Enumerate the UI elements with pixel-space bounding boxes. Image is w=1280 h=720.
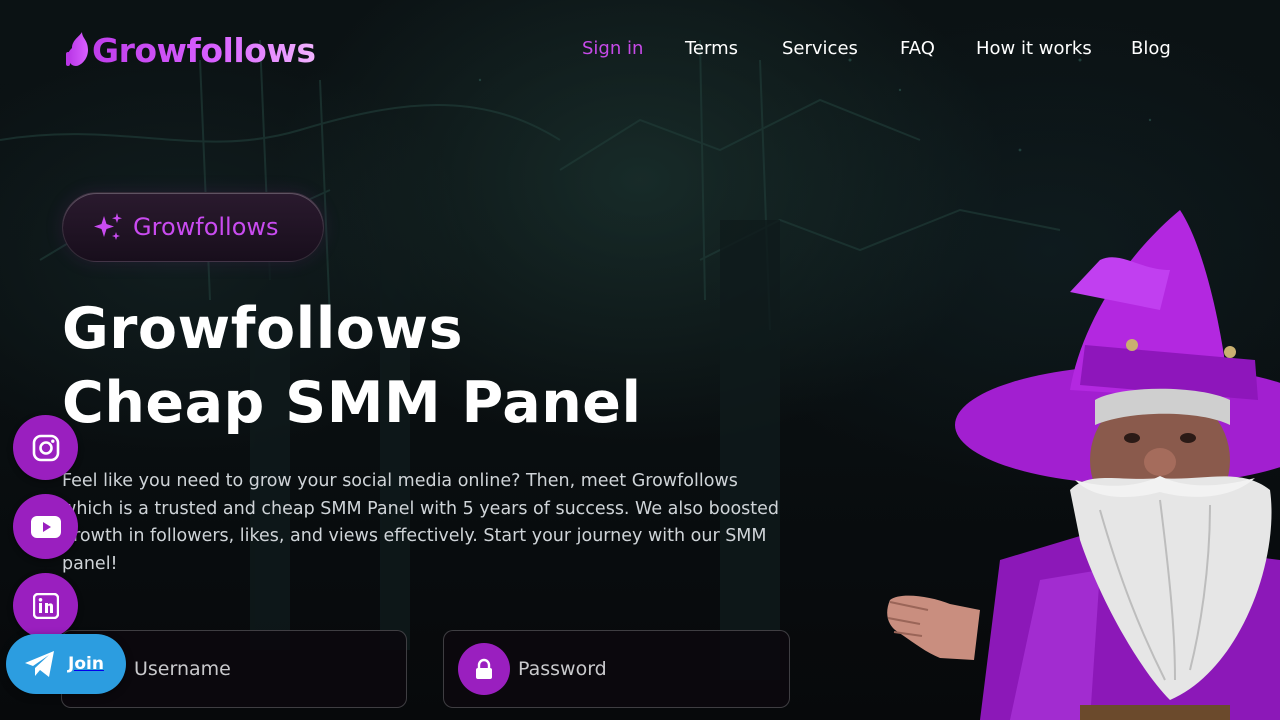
main-nav: Sign in Terms Services FAQ How it works … [560,38,1190,66]
nav-terms[interactable]: Terms [685,38,738,59]
sparkles-icon [94,213,122,240]
growfollows-logo-icon [66,32,88,66]
hero-badge: Growfollows [62,192,324,262]
instagram-icon [32,434,59,461]
brand-logo[interactable]: Growfollows [66,22,315,78]
hero-title-line-1: Growfollows [62,296,463,362]
linkedin-icon [32,592,59,619]
linkedin-button[interactable] [13,573,78,638]
instagram-button[interactable] [13,415,78,480]
wizard-illustration [887,210,1280,720]
telegram-join-button[interactable]: Join [6,634,126,694]
lock-icon [458,643,510,695]
hero-description: Feel like you need to grow your social m… [62,471,780,574]
youtube-icon [30,515,61,538]
nav-faq[interactable]: FAQ [900,38,935,59]
logo-text: Growfollows [92,30,316,70]
youtube-button[interactable] [13,494,78,559]
nav-sign-in[interactable]: Sign in [582,38,643,59]
hero-title: Growfollows Cheap SMM Panel [62,292,762,440]
telegram-icon [25,651,54,677]
hero-badge-label: Growfollows [133,213,279,241]
join-label: Join [68,654,104,674]
nav-how-it-works[interactable]: How it works [976,38,1092,59]
nav-blog[interactable]: Blog [1131,38,1171,59]
username-input[interactable] [134,658,406,680]
password-input[interactable] [518,658,789,680]
password-field [443,630,790,708]
nav-services[interactable]: Services [782,38,858,59]
hero-title-line-2: Cheap SMM Panel [62,370,642,436]
